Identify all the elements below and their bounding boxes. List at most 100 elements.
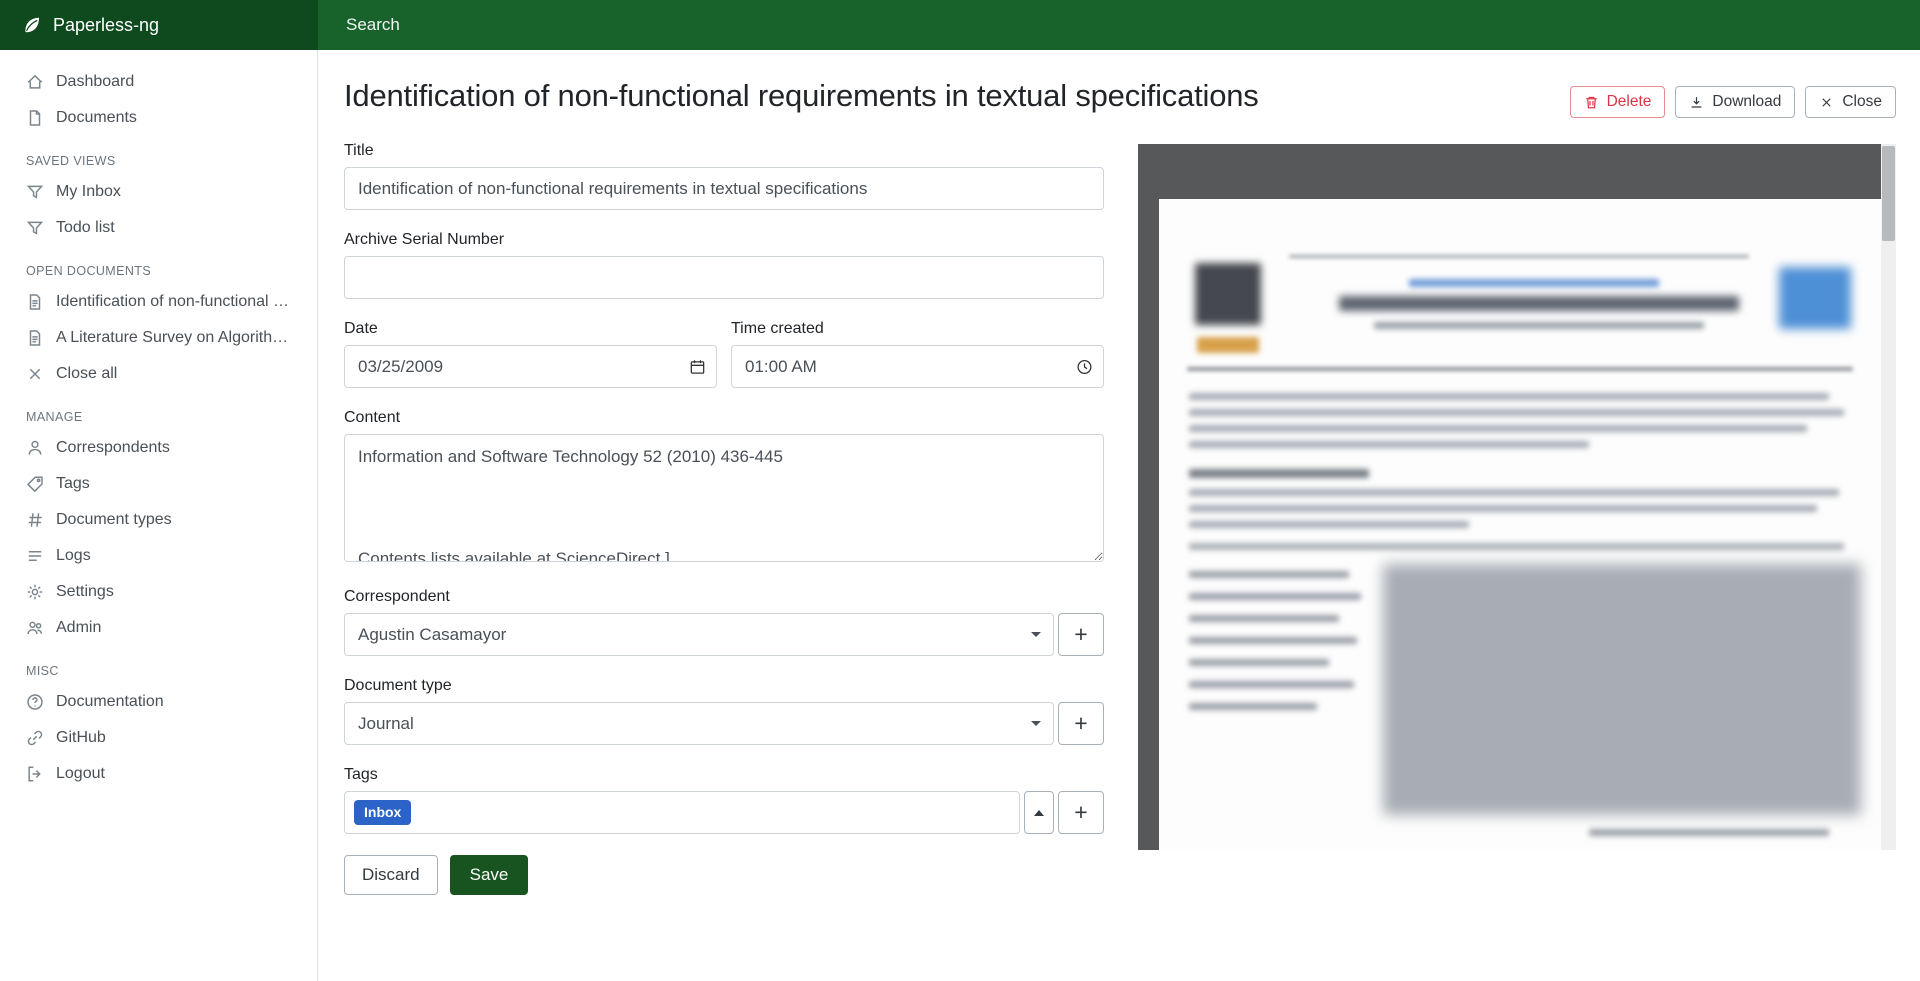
sidebar-item-todo-list[interactable]: Todo list	[0, 210, 317, 246]
sidebar-item-tags[interactable]: Tags	[0, 466, 317, 502]
sidebar-item-admin[interactable]: Admin	[0, 610, 317, 646]
add-correspondent-button[interactable]: +	[1058, 613, 1104, 656]
sidebar-item-label: Settings	[56, 583, 114, 601]
close-button-label: Close	[1842, 93, 1882, 111]
file-text-icon	[26, 293, 44, 311]
download-button-label: Download	[1712, 93, 1781, 111]
time-created-input[interactable]	[731, 345, 1104, 388]
document-edit-form: Title Archive Serial Number Date	[344, 142, 1104, 895]
pdf-scrollbar-thumb[interactable]	[1882, 146, 1895, 241]
pdf-blur-block	[1189, 637, 1357, 644]
sidebar-section-misc: MISC	[0, 646, 317, 684]
paperless-leaf-icon	[22, 15, 42, 35]
sidebar-item-documents[interactable]: Documents	[0, 100, 317, 136]
pdf-blur-block	[1189, 441, 1589, 448]
delete-button[interactable]: Delete	[1570, 86, 1666, 118]
pdf-scrollbar[interactable]	[1881, 144, 1896, 850]
pdf-blur-block	[1189, 393, 1829, 400]
open-document-title: A Literature Survey on Algorithms for Mu…	[56, 329, 291, 347]
main-content: Identification of non-functional require…	[318, 50, 1920, 981]
document-type-select-wrap: Journal	[344, 702, 1054, 745]
tags-dropdown-toggle-button[interactable]	[1024, 791, 1054, 834]
top-bar: Paperless-ng	[0, 0, 1920, 50]
tags-input[interactable]: Inbox	[344, 791, 1020, 834]
sidebar-item-logout[interactable]: Logout	[0, 756, 317, 792]
pdf-preview[interactable]	[1138, 144, 1896, 850]
sidebar-item-logs[interactable]: Logs	[0, 538, 317, 574]
time-created-label: Time created	[731, 320, 1104, 338]
brand[interactable]: Paperless-ng	[0, 0, 318, 50]
hash-icon	[26, 511, 44, 529]
document-actions: Delete Download Close	[1570, 86, 1896, 118]
question-circle-icon	[26, 693, 44, 711]
people-icon	[26, 619, 44, 637]
pdf-blur-block	[1189, 409, 1844, 416]
sidebar-item-settings[interactable]: Settings	[0, 574, 317, 610]
pdf-blur-block	[1189, 615, 1339, 622]
trash-icon	[1584, 95, 1599, 110]
sidebar-item-label: GitHub	[56, 729, 106, 747]
sidebar-item-label: Correspondents	[56, 439, 170, 457]
pdf-blur-block	[1197, 337, 1259, 353]
sidebar-item-label: Admin	[56, 619, 101, 637]
person-icon	[26, 439, 44, 457]
document-type-label: Document type	[344, 677, 1104, 695]
sidebar-open-document-1[interactable]: Identification of non-functional require…	[0, 284, 317, 320]
pdf-blur-block	[1189, 571, 1349, 578]
tag-pill-inbox[interactable]: Inbox	[354, 800, 411, 824]
close-icon	[26, 365, 44, 383]
search-input[interactable]	[318, 0, 1920, 50]
download-button[interactable]: Download	[1675, 86, 1795, 118]
close-button[interactable]: Close	[1805, 86, 1896, 118]
add-tag-button[interactable]: +	[1058, 791, 1104, 834]
pdf-blur-block	[1189, 489, 1839, 496]
archive-serial-number-label: Archive Serial Number	[344, 231, 1104, 249]
sidebar-item-document-types[interactable]: Document types	[0, 502, 317, 538]
tags-label: Tags	[344, 766, 1104, 784]
pdf-blur-block	[1189, 659, 1329, 666]
pdf-blur-block	[1589, 829, 1829, 836]
sidebar-item-label: Tags	[56, 475, 90, 493]
pdf-blur-block	[1189, 505, 1817, 512]
pdf-blur-block	[1383, 564, 1861, 815]
sidebar-item-label: My Inbox	[56, 183, 121, 201]
discard-button[interactable]: Discard	[344, 855, 438, 895]
search-bar	[318, 0, 1920, 50]
pdf-blur-block	[1779, 267, 1851, 329]
download-icon	[1689, 95, 1704, 110]
sidebar-item-my-inbox[interactable]: My Inbox	[0, 174, 317, 210]
correspondent-select-wrap: Agustin Casamayor	[344, 613, 1054, 656]
pdf-blur-block	[1187, 367, 1853, 371]
sidebar-item-close-all[interactable]: Close all	[0, 356, 317, 392]
sidebar-item-label: Logout	[56, 765, 105, 783]
sidebar: Dashboard Documents SAVED VIEWS My Inbox…	[0, 50, 318, 981]
close-icon	[1819, 95, 1834, 110]
correspondent-label: Correspondent	[344, 588, 1104, 606]
pdf-blur-block	[1189, 681, 1354, 688]
filter-icon	[26, 183, 44, 201]
gear-icon	[26, 583, 44, 601]
correspondent-select[interactable]: Agustin Casamayor	[344, 613, 1054, 656]
pdf-blur-block	[1195, 263, 1261, 325]
sidebar-item-label: Close all	[56, 365, 117, 383]
save-button[interactable]: Save	[450, 855, 529, 895]
date-input[interactable]	[344, 345, 717, 388]
page-title: Identification of non-functional require…	[344, 78, 1259, 114]
open-document-title: Identification of non-functional require…	[56, 293, 291, 311]
sidebar-item-documentation[interactable]: Documentation	[0, 684, 317, 720]
file-text-icon	[26, 329, 44, 347]
add-document-type-button[interactable]: +	[1058, 702, 1104, 745]
sidebar-item-correspondents[interactable]: Correspondents	[0, 430, 317, 466]
document-type-select[interactable]: Journal	[344, 702, 1054, 745]
title-input[interactable]	[344, 167, 1104, 210]
content-textarea[interactable]	[344, 434, 1104, 562]
sidebar-item-github[interactable]: GitHub	[0, 720, 317, 756]
brand-name: Paperless-ng	[53, 15, 159, 36]
pdf-page	[1159, 199, 1881, 850]
archive-serial-number-input[interactable]	[344, 256, 1104, 299]
sidebar-open-document-2[interactable]: A Literature Survey on Algorithms for Mu…	[0, 320, 317, 356]
sidebar-item-label: Logs	[56, 547, 91, 565]
sidebar-item-dashboard[interactable]: Dashboard	[0, 64, 317, 100]
delete-button-label: Delete	[1607, 93, 1652, 111]
sidebar-section-open-documents: OPEN DOCUMENTS	[0, 246, 317, 284]
